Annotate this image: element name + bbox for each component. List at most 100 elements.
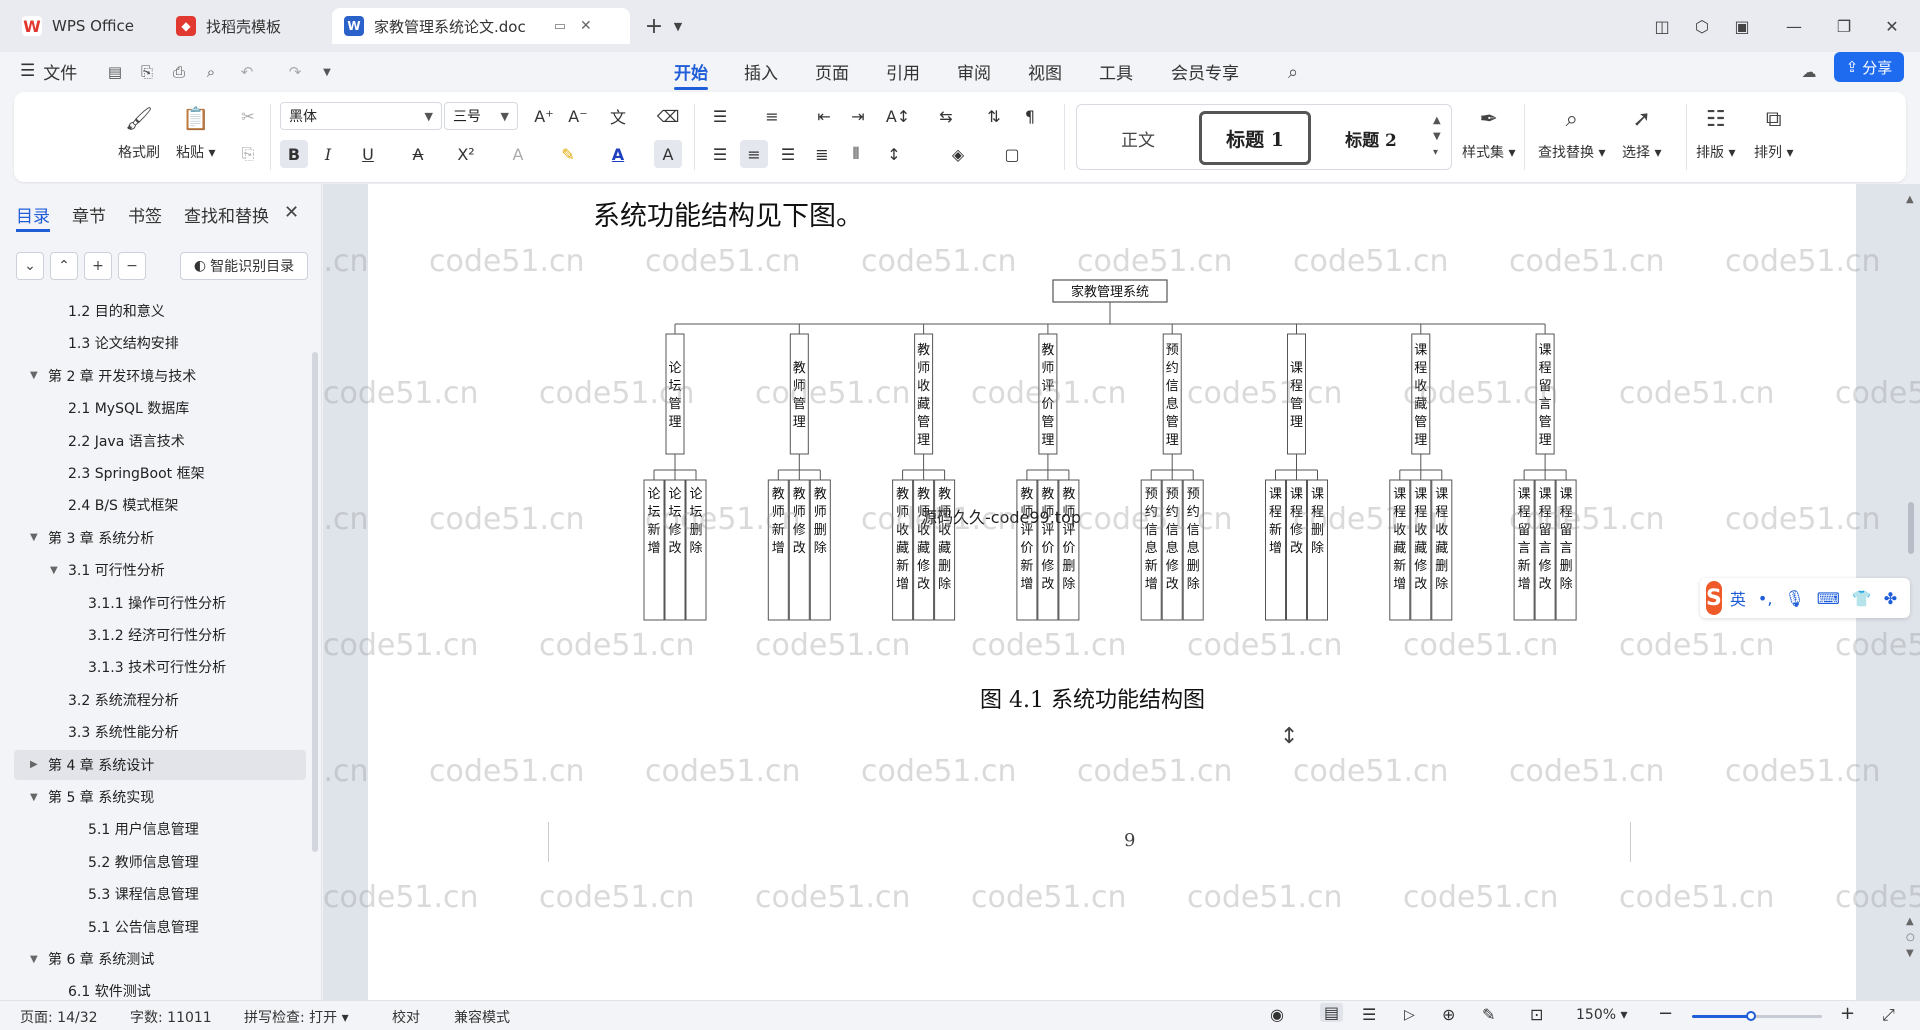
superscript-button[interactable]: X²: [452, 140, 480, 168]
expand-down-icon[interactable]: ▼: [30, 532, 38, 543]
toc-item[interactable]: ▼ 第 2 章 开发环境与技术: [0, 361, 306, 391]
apps-icon[interactable]: ✤: [1884, 589, 1897, 608]
tab-start[interactable]: 开始: [674, 58, 708, 90]
char-shading-button[interactable]: A: [654, 140, 682, 168]
style-normal[interactable]: 正文: [1087, 111, 1189, 165]
toc-item[interactable]: 6.1 软件测试: [0, 976, 306, 1000]
outdent-icon[interactable]: ⇤: [810, 102, 838, 130]
show-marks-icon[interactable]: ¶: [1016, 102, 1044, 130]
font-size-select[interactable]: 三号 ▼: [444, 102, 518, 130]
toc-item[interactable]: 5.1 公告信息管理: [0, 912, 306, 942]
toc-item[interactable]: 5.3 课程信息管理: [0, 879, 306, 909]
word-count[interactable]: 字数: 11011: [130, 1007, 212, 1027]
tab-review[interactable]: 审阅: [957, 58, 991, 84]
redo-icon[interactable]: ↷: [284, 61, 306, 83]
page-nav-icon[interactable]: ▲ ○ ▼: [1906, 914, 1915, 962]
tab-page[interactable]: 页面: [815, 58, 849, 84]
cube-icon[interactable]: ⬡: [1688, 12, 1716, 40]
zoom-out-icon[interactable]: −: [1658, 1003, 1673, 1024]
highlight-icon[interactable]: ✎: [554, 140, 582, 168]
play-icon[interactable]: ▷: [1404, 1007, 1415, 1023]
paste-button[interactable]: 📋 粘贴 ▾: [176, 102, 215, 162]
document-page[interactable]: 系统功能结构见下图。 家教管理系统论坛管理论坛新增论坛修改论坛删除教师管理教师新…: [368, 184, 1856, 1000]
close-icon[interactable]: ✕: [580, 18, 592, 34]
select-button[interactable]: ➚ 选择 ▾: [1622, 102, 1661, 162]
text-effect-button[interactable]: A: [504, 140, 532, 168]
expand-down-icon[interactable]: ▼: [50, 565, 58, 576]
underline-button[interactable]: U: [354, 140, 382, 168]
toc-item[interactable]: 2.4 B/S 模式框架: [0, 490, 306, 520]
nav-tab-bookmarks[interactable]: 书签: [128, 202, 162, 227]
style-heading-2[interactable]: 标题 2: [1321, 111, 1421, 165]
file-menu[interactable]: ☰ 文件: [20, 58, 77, 84]
numbered-list-icon[interactable]: ≡: [758, 102, 786, 130]
format-painter-button[interactable]: 🖌 格式刷: [118, 102, 160, 162]
toc-item[interactable]: ▼ 第 3 章 系统分析: [0, 523, 306, 553]
scroll-up-icon[interactable]: ▲: [1906, 194, 1914, 205]
italic-button[interactable]: I: [314, 140, 342, 168]
chevron-down-icon[interactable]: ▼: [316, 61, 338, 83]
grow-font-icon[interactable]: A⁺: [530, 102, 558, 130]
vertical-scrollbar[interactable]: ▲ ▲ ○ ▼: [1904, 184, 1920, 1000]
phonetic-icon[interactable]: 文: [604, 102, 632, 130]
expand-down-icon[interactable]: ▼: [30, 792, 38, 803]
arrange-button[interactable]: ⧉ 排列 ▾: [1754, 102, 1793, 162]
ime-mode[interactable]: 英: [1730, 586, 1746, 610]
expand-down-icon[interactable]: ▼: [30, 954, 38, 965]
strikethrough-button[interactable]: A: [404, 140, 432, 168]
align-center-icon[interactable]: ≡: [740, 140, 768, 168]
copy-icon[interactable]: ⎘: [234, 140, 262, 168]
nav-tab-toc[interactable]: 目录: [16, 202, 50, 232]
zoom-in-icon[interactable]: +: [1840, 1003, 1855, 1024]
line-spacing-icon[interactable]: ↕: [880, 140, 908, 168]
toc-item[interactable]: ▼ 3.1 可行性分析: [0, 555, 306, 585]
style-heading-1[interactable]: 标题 1: [1199, 111, 1311, 165]
collapse-right-icon[interactable]: ▶: [30, 759, 38, 770]
tab-view[interactable]: 视图: [1028, 58, 1062, 84]
expand-down-icon[interactable]: ▼: [30, 370, 38, 381]
avatar[interactable]: ▣: [1728, 12, 1756, 40]
toc-item[interactable]: 5.1 用户信息管理: [0, 814, 306, 844]
smart-toc-button[interactable]: ◐ 智能识别目录: [180, 252, 308, 280]
scrollbar-thumb[interactable]: [1908, 502, 1914, 554]
share-button[interactable]: ⇪ 分享: [1834, 52, 1904, 82]
align-left-icon[interactable]: ☰: [706, 140, 734, 168]
tab-tools[interactable]: 工具: [1099, 58, 1133, 84]
minimize-icon[interactable]: —: [1780, 12, 1808, 40]
print-preview-icon[interactable]: ⌕: [200, 61, 222, 83]
punctuation-icon[interactable]: •,: [1758, 589, 1773, 608]
zoom-knob[interactable]: [1745, 1011, 1756, 1021]
sidebar-toggle-icon[interactable]: ◫: [1648, 12, 1676, 40]
add-heading-button[interactable]: +: [84, 252, 112, 280]
export-icon[interactable]: ⎘: [136, 61, 158, 83]
eye-icon[interactable]: ◉: [1270, 1005, 1284, 1024]
justify-icon[interactable]: ≣: [808, 140, 836, 168]
font-name-select[interactable]: 黑体 ▼: [280, 102, 442, 130]
tab-insert[interactable]: 插入: [744, 58, 778, 84]
toc-item[interactable]: 3.1.2 经济可行性分析: [0, 620, 306, 650]
font-color-button[interactable]: A: [604, 140, 632, 168]
indent-icon[interactable]: ⇥: [844, 102, 872, 130]
window-close-icon[interactable]: ✕: [1878, 12, 1906, 40]
pen-icon[interactable]: ✎: [1482, 1005, 1495, 1024]
toc-item[interactable]: ▶ 第 4 章 系统设计: [14, 749, 306, 780]
zoom-level[interactable]: 150% ▾: [1576, 1007, 1628, 1023]
toc-item[interactable]: ▼ 第 5 章 系统实现: [0, 782, 306, 812]
window-icon[interactable]: ▭: [554, 19, 566, 34]
tab-member[interactable]: 会员专享: [1171, 58, 1239, 84]
text-direction-icon[interactable]: A↕: [884, 102, 912, 130]
nav-tab-chapters[interactable]: 章节: [72, 202, 106, 227]
spell-check[interactable]: 拼写检查: 打开 ▾: [244, 1007, 349, 1027]
chevron-down-icon[interactable]: ▼: [664, 12, 692, 40]
toc-item[interactable]: 5.2 教师信息管理: [0, 847, 306, 877]
web-view-icon[interactable]: ⊕: [1442, 1005, 1455, 1024]
sort-icon[interactable]: ⇅: [980, 102, 1008, 130]
save-icon[interactable]: ▤: [104, 61, 126, 83]
undo-icon[interactable]: ↶: [236, 61, 258, 83]
cut-icon[interactable]: ✂: [234, 102, 262, 130]
nav-tab-find[interactable]: 查找和替换: [184, 202, 269, 227]
toc-item[interactable]: 3.2 系统流程分析: [0, 685, 306, 715]
style-set-button[interactable]: ✒ 样式集 ▾: [1462, 102, 1515, 162]
ime-toolbar[interactable]: S 英 •, 🎙 ⌨ 👕 ✤: [1700, 578, 1910, 618]
border-icon[interactable]: ▢: [998, 140, 1026, 168]
